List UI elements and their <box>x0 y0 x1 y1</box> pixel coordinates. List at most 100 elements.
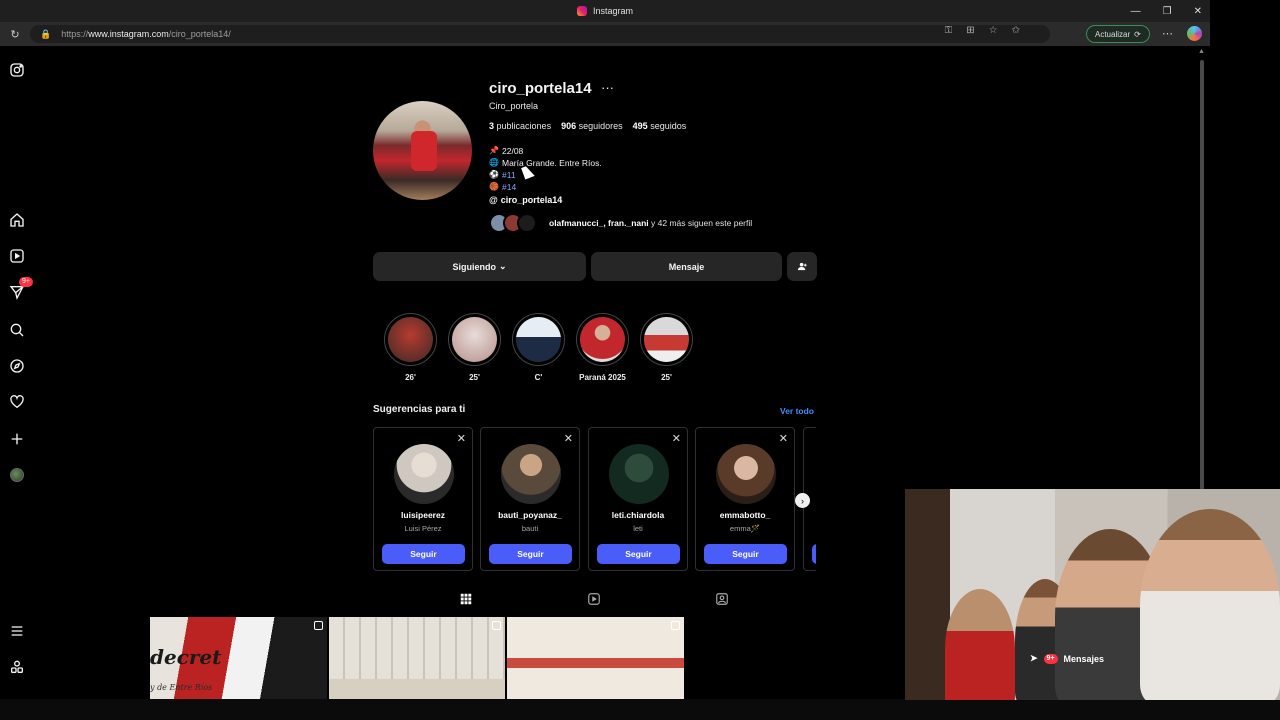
highlight-label: Paraná 2025 <box>579 373 626 382</box>
profile-bio: 📌 22/08 🌐 María Grande. Entre Ríos. ⚽ #11 🏀… <box>489 145 602 193</box>
carousel-icon <box>313 621 323 630</box>
scroll-thumb[interactable] <box>1200 60 1204 490</box>
heart-icon[interactable] <box>7 392 27 412</box>
suggestion-card[interactable]: ✕ emmabotto_ emma🪄 Seguir <box>695 427 795 571</box>
app-install-icon[interactable]: ⊞ <box>966 25 974 36</box>
suggestion-username: emmabotto_ <box>719 510 771 520</box>
create-plus-icon[interactable] <box>7 429 27 449</box>
browser-tab[interactable]: Instagram <box>576 6 634 16</box>
bio-line: 📌 22/08 <box>489 146 524 156</box>
profile-avatar[interactable] <box>373 101 472 200</box>
search-icon[interactable] <box>7 320 27 340</box>
bio-line: 🏀 #14 <box>489 181 602 193</box>
reload-icon[interactable]: ↻ <box>0 28 30 41</box>
key-icon[interactable]: ⚿ <box>945 25 953 36</box>
copilot-icon[interactable] <box>1187 26 1202 41</box>
avatar <box>517 213 537 233</box>
posts-stat: 3 publicaciones <box>489 121 552 131</box>
update-label: Actualizar <box>1095 29 1131 39</box>
highlight-label: C' <box>534 373 543 382</box>
close-icon[interactable]: ✕ <box>564 432 573 445</box>
close-icon[interactable]: ✕ <box>672 432 681 445</box>
messages-badge: 9+ <box>1043 653 1058 664</box>
minimize-icon[interactable]: — <box>1131 6 1141 17</box>
profile-actions: Siguiendo ⌄ Mensaje <box>373 252 817 281</box>
followed-by[interactable]: olafmanucci_, fran._nani y 42 más siguen… <box>489 213 752 233</box>
direct-messages-icon[interactable]: 9+ <box>7 277 33 302</box>
tab-title: Instagram <box>592 6 634 16</box>
message-button[interactable]: Mensaje <box>591 252 782 281</box>
followed-by-names: olafmanucci_, fran._nani <box>549 218 649 228</box>
post-thumbnail[interactable]: decret y de Entre Ríos <box>150 617 327 699</box>
suggestions-carousel: ✕ luisipeerez Luisi Pérez Seguir ✕ bauti… <box>373 427 816 572</box>
tab-reels-icon[interactable] <box>587 592 603 608</box>
menu-hamburger-icon[interactable] <box>7 621 27 641</box>
follow-button[interactable] <box>812 544 816 564</box>
suggestion-card[interactable]: ✕ leti.chiardola leti Seguir <box>588 427 688 571</box>
messages-floating-button[interactable]: ➤ 9+ Mensajes <box>1030 653 1104 664</box>
highlight-item[interactable]: 26' <box>384 313 437 382</box>
followers-stat[interactable]: 906 seguidores <box>561 121 623 131</box>
more-options-icon[interactable]: ··· <box>601 80 614 95</box>
meta-apps-icon[interactable] <box>7 657 27 677</box>
globe-icon: 🌐 <box>489 158 499 167</box>
profile-tabs <box>373 592 816 612</box>
reels-icon[interactable] <box>7 246 27 266</box>
bio-line: 🌐 María Grande. Entre Ríos. <box>489 158 602 168</box>
tab-posts-grid-icon[interactable] <box>459 592 475 608</box>
threads-link[interactable]: @ ciro_portela14 <box>489 195 562 205</box>
profile-nav-item[interactable] <box>7 465 27 485</box>
chevron-right-icon[interactable]: › <box>795 493 810 508</box>
close-window-icon[interactable]: ✕ <box>1194 6 1202 17</box>
tab-tagged-icon[interactable] <box>715 592 731 608</box>
url-prefix: https:// <box>61 29 89 39</box>
highlight-label: 25' <box>661 373 672 382</box>
post-thumbnail[interactable] <box>507 617 685 699</box>
url-field[interactable]: 🔒 https://www.instagram.com/ciro_portela… <box>30 25 1050 43</box>
highlight-item[interactable]: 25' <box>640 313 693 382</box>
hashtag-link[interactable]: #14 <box>502 181 516 193</box>
notifications-badge: 9+ <box>19 277 33 287</box>
explore-compass-icon[interactable] <box>7 356 27 376</box>
highlight-label: 26' <box>405 373 416 382</box>
follow-button[interactable]: Seguir <box>704 544 787 564</box>
avatar <box>716 444 776 504</box>
add-user-button[interactable] <box>787 252 817 281</box>
lock-icon: 🔒 <box>40 28 52 39</box>
address-bar-row: ↻ 🔒 https://www.instagram.com/ciro_porte… <box>0 22 1210 46</box>
favorites-icon[interactable]: ✩ <box>1012 25 1020 36</box>
close-icon[interactable]: ✕ <box>457 432 466 445</box>
profile-stats: 3 publicaciones 906 seguidores 495 segui… <box>489 121 686 131</box>
suggestion-card[interactable]: ✕ luisipeerez Luisi Pérez Seguir <box>373 427 473 571</box>
followed-by-suffix: y 42 más siguen este perfil <box>651 218 753 228</box>
close-icon[interactable]: ✕ <box>779 432 788 445</box>
follow-button[interactable]: Seguir <box>489 544 572 564</box>
left-navigation: 9+ <box>0 48 34 698</box>
star-icon[interactable]: ☆ <box>989 25 998 36</box>
hashtag-link[interactable]: #11 <box>502 169 516 181</box>
posts-grid: decret y de Entre Ríos <box>150 617 685 699</box>
highlight-cover <box>452 317 497 362</box>
update-browser-button[interactable]: Actualizar ⟳ <box>1086 25 1150 43</box>
highlight-item[interactable]: Paraná 2025 <box>576 313 629 382</box>
scroll-up-icon[interactable]: ▲ <box>1198 48 1205 55</box>
instagram-favicon-icon <box>576 6 587 16</box>
follow-button[interactable]: Seguir <box>597 544 680 564</box>
follow-button[interactable]: Seguir <box>382 544 465 564</box>
suggestion-username: bauti_poyanaz_ <box>498 510 562 520</box>
suggestion-username: luisipeerez <box>401 510 445 520</box>
following-stat[interactable]: 495 seguidos <box>633 121 687 131</box>
browser-menu-icon[interactable]: ⋯ <box>1162 27 1173 40</box>
browser-titlebar: Instagram — ❐ ✕ <box>0 0 1210 22</box>
highlight-item[interactable]: 25' <box>448 313 501 382</box>
highlight-item[interactable]: C' <box>512 313 565 382</box>
see-all-link[interactable]: Ver todo <box>780 406 814 416</box>
suggestion-card[interactable]: ✕ bauti_poyanaz_ bauti Seguir <box>480 427 580 571</box>
profile-username: ciro_portela14 <box>489 80 592 97</box>
restore-icon[interactable]: ❐ <box>1163 6 1172 17</box>
home-icon[interactable] <box>7 210 27 230</box>
instagram-logo-icon[interactable] <box>7 60 27 80</box>
post-thumbnail[interactable] <box>328 617 506 699</box>
suggestions-title: Sugerencias para ti <box>373 404 466 415</box>
following-button[interactable]: Siguiendo ⌄ <box>373 252 586 281</box>
